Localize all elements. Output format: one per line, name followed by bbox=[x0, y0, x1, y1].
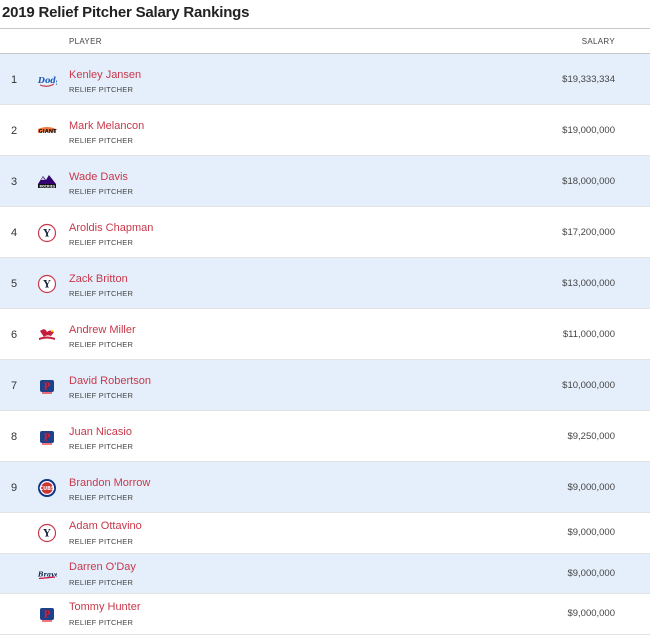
player-name-link[interactable]: Darren O'Day bbox=[69, 561, 136, 573]
table-header: PLAYER SALARY bbox=[0, 29, 650, 54]
phillies-logo-icon: P bbox=[37, 604, 57, 624]
svg-text:GIANTS: GIANTS bbox=[39, 129, 58, 135]
svg-text:P: P bbox=[44, 434, 51, 444]
salary-value: $9,250,000 bbox=[567, 431, 615, 442]
table-row: 9 CUBS Brandon Morrow RELIEF PITCHER $9,… bbox=[0, 462, 650, 513]
svg-text:Y: Y bbox=[42, 229, 51, 240]
table-row: 6 Andrew Miller RELIEF PITCHER $11,000,0… bbox=[0, 309, 650, 360]
svg-text:CUBS: CUBS bbox=[39, 486, 55, 492]
salary-value: $9,000,000 bbox=[567, 567, 615, 579]
salary-value: $9,000,000 bbox=[567, 482, 615, 493]
rank: 8 bbox=[11, 431, 18, 443]
salary-value: $9,000,000 bbox=[567, 527, 615, 538]
player-name-link[interactable]: Tommy Hunter bbox=[69, 601, 141, 613]
salary-value: $13,000,000 bbox=[562, 278, 615, 289]
rank: 9 bbox=[11, 482, 18, 494]
salary-value: $11,000,000 bbox=[562, 329, 615, 340]
cardinals-logo-icon bbox=[37, 325, 57, 345]
table-row: 8 P Juan Nicasio RELIEF PITCHER $9,250,0… bbox=[0, 411, 650, 462]
table-row: 1 Dodgers Kenley Jansen RELIEF PITCHER $… bbox=[0, 54, 650, 105]
table-row: Y Adam Ottavino RELIEF PITCHER $9,000,00… bbox=[0, 513, 650, 554]
svg-text:P: P bbox=[44, 611, 51, 621]
rank: 1 bbox=[11, 74, 18, 86]
player-name-link[interactable]: Brandon Morrow bbox=[69, 477, 150, 489]
yankees-logo-icon: Y bbox=[37, 274, 57, 294]
salary-value: $9,000,000 bbox=[567, 608, 615, 619]
rank: 7 bbox=[11, 380, 18, 392]
player-position: RELIEF PITCHER bbox=[69, 187, 134, 196]
table-row: 5 Y Zack Britton RELIEF PITCHER $13,000,… bbox=[0, 258, 650, 309]
player-position: RELIEF PITCHER bbox=[69, 340, 134, 349]
giants-logo-icon: GIANTS bbox=[37, 121, 57, 141]
player-position: RELIEF PITCHER bbox=[69, 238, 134, 247]
table-row: 7 P David Robertson RELIEF PITCHER $10,0… bbox=[0, 360, 650, 411]
svg-text:Y: Y bbox=[42, 280, 51, 291]
rank: 5 bbox=[11, 278, 18, 290]
player-name-link[interactable]: Juan Nicasio bbox=[69, 426, 132, 438]
phillies-logo-icon: P bbox=[37, 376, 57, 396]
player-name-link[interactable]: Kenley Jansen bbox=[69, 69, 141, 81]
table-row: P Tommy Hunter RELIEF PITCHER $9,000,000 bbox=[0, 594, 650, 635]
player-name-link[interactable]: Mark Melancon bbox=[69, 120, 144, 132]
svg-text:Dodgers: Dodgers bbox=[37, 75, 57, 85]
player-position: RELIEF PITCHER bbox=[69, 577, 134, 587]
player-name-link[interactable]: Andrew Miller bbox=[69, 324, 136, 336]
player-name-link[interactable]: David Robertson bbox=[69, 375, 151, 387]
rockies-logo-icon: ROCKIES bbox=[37, 172, 57, 192]
salary-value: $19,000,000 bbox=[562, 125, 615, 136]
table-row: Braves Darren O'Day RELIEF PITCHER $9,00… bbox=[0, 553, 650, 594]
table-row: 4 Y Aroldis Chapman RELIEF PITCHER $17,2… bbox=[0, 207, 650, 258]
rank: 3 bbox=[11, 176, 18, 188]
rank: 6 bbox=[11, 329, 18, 341]
braves-logo-icon: Braves bbox=[37, 564, 57, 584]
player-column-header[interactable]: PLAYER bbox=[69, 37, 102, 46]
cubs-logo-icon: CUBS bbox=[37, 478, 57, 498]
salary-value: $17,200,000 bbox=[562, 227, 615, 238]
player-position: RELIEF PITCHER bbox=[69, 391, 134, 400]
page-title: 2019 Relief Pitcher Salary Rankings bbox=[0, 0, 650, 29]
rank: 4 bbox=[11, 227, 18, 239]
salary-column-header[interactable]: SALARY bbox=[582, 37, 615, 46]
player-name-link[interactable]: Wade Davis bbox=[69, 171, 128, 183]
rankings-table: 1 Dodgers Kenley Jansen RELIEF PITCHER $… bbox=[0, 54, 650, 635]
svg-text:P: P bbox=[44, 383, 51, 393]
rank: 2 bbox=[11, 125, 18, 137]
player-position: RELIEF PITCHER bbox=[69, 618, 134, 627]
dodgers-logo-icon: Dodgers bbox=[37, 70, 57, 90]
player-position: RELIEF PITCHER bbox=[69, 289, 134, 298]
player-position: RELIEF PITCHER bbox=[69, 442, 134, 451]
player-position: RELIEF PITCHER bbox=[69, 136, 134, 145]
salary-value: $19,333,334 bbox=[562, 74, 615, 85]
player-position: RELIEF PITCHER bbox=[69, 537, 134, 546]
svg-text:Y: Y bbox=[42, 529, 51, 540]
player-name-link[interactable]: Adam Ottavino bbox=[69, 520, 142, 532]
salary-value: $18,000,000 bbox=[562, 176, 615, 187]
player-name-link[interactable]: Aroldis Chapman bbox=[69, 222, 153, 234]
player-position: RELIEF PITCHER bbox=[69, 85, 134, 94]
phillies-logo-icon: P bbox=[37, 427, 57, 447]
salary-value: $10,000,000 bbox=[562, 380, 615, 391]
table-row: 3 ROCKIES Wade Davis RELIEF PITCHER $18,… bbox=[0, 156, 650, 207]
svg-text:ROCKIES: ROCKIES bbox=[40, 184, 56, 188]
yankees-logo-icon: Y bbox=[37, 523, 57, 543]
table-row: 2 GIANTS Mark Melancon RELIEF PITCHER $1… bbox=[0, 105, 650, 156]
player-name-link[interactable]: Zack Britton bbox=[69, 273, 128, 285]
yankees-logo-icon: Y bbox=[37, 223, 57, 243]
player-position: RELIEF PITCHER bbox=[69, 493, 134, 502]
